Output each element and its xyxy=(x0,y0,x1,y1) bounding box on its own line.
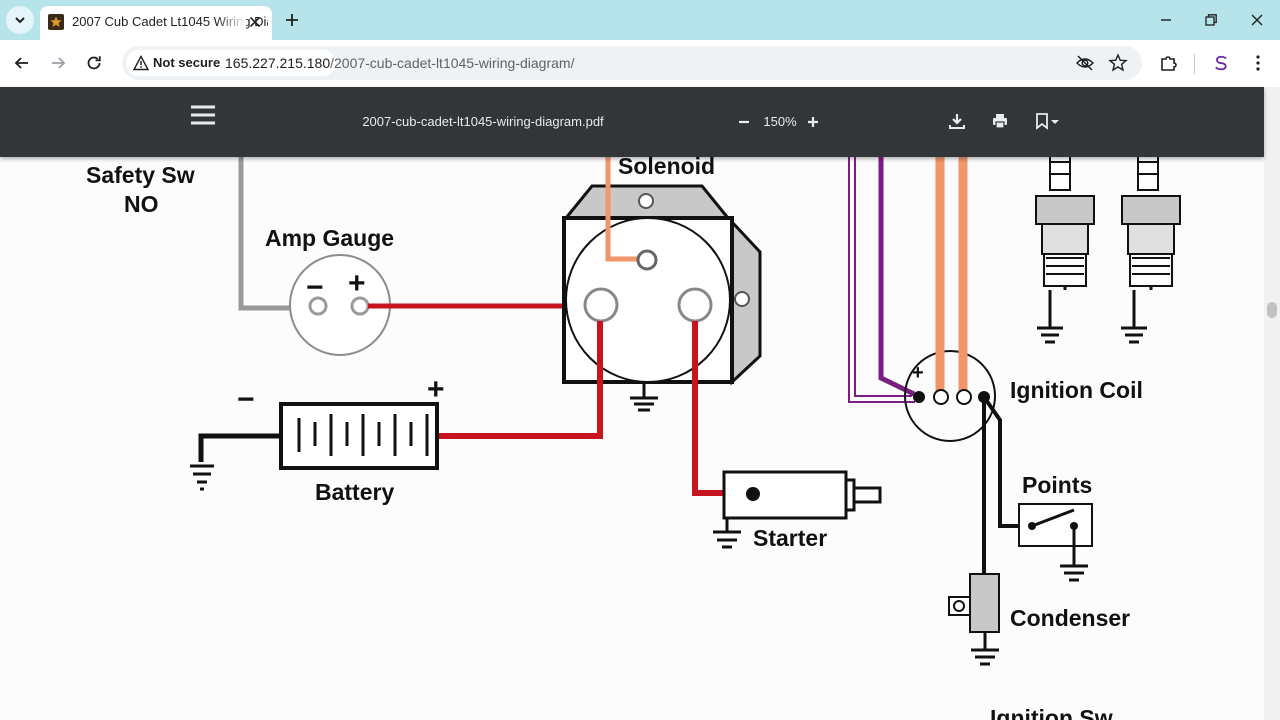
url-path: /2007-cub-cadet-lt1045-wiring-diagram/ xyxy=(330,55,575,71)
coil-plus-sign: + xyxy=(912,362,924,384)
tab-title-fade xyxy=(216,10,246,34)
back-icon[interactable] xyxy=(11,52,33,74)
bookmark-icon[interactable] xyxy=(1034,112,1062,130)
minimize-icon[interactable] xyxy=(1156,10,1176,30)
ignition-coil-label: Ignition Coil xyxy=(1010,377,1143,403)
amp-gauge-label: Amp Gauge xyxy=(265,225,395,251)
tab-search-icon[interactable] xyxy=(6,6,34,34)
toolbar-divider xyxy=(1194,54,1195,74)
zoom-level[interactable]: 150% xyxy=(758,114,802,129)
security-label: Not secure xyxy=(153,55,221,70)
battery-label: Battery xyxy=(315,479,395,505)
plus-icon[interactable] xyxy=(282,10,302,30)
purple-wire-main xyxy=(878,150,916,397)
spark-plug-1 xyxy=(1035,149,1095,344)
window-close-icon[interactable] xyxy=(1247,10,1267,30)
scrollbar-thumb[interactable] xyxy=(1267,302,1277,318)
restore-icon[interactable] xyxy=(1201,10,1221,30)
starter-label: Starter xyxy=(753,525,828,551)
star-icon[interactable] xyxy=(1108,53,1128,73)
condenser-tab xyxy=(948,596,971,616)
url-text[interactable]: 165.227.215.180/2007-cub-cadet-lt1045-wi… xyxy=(225,55,574,71)
pdf-viewer: Safety Sw NO Amp Gauge − + Solenoid − + … xyxy=(0,87,1264,720)
coil-terminal-2 xyxy=(956,389,972,405)
starter-terminal xyxy=(746,487,760,501)
condenser-label: Condenser xyxy=(1010,605,1131,631)
starter-body xyxy=(722,470,848,520)
battery-ground-wire xyxy=(198,433,281,462)
vertical-scrollbar[interactable] xyxy=(1264,87,1280,720)
coil-terminal-plus xyxy=(913,391,925,403)
hamburger-menu-icon[interactable] xyxy=(190,103,216,127)
battery-body xyxy=(279,402,439,470)
condenser-body xyxy=(969,573,1000,633)
points-label: Points xyxy=(1022,472,1093,498)
solenoid-ground xyxy=(630,382,658,412)
zoom-in-icon[interactable] xyxy=(805,114,821,130)
extensions-icon[interactable] xyxy=(1158,52,1180,74)
solenoid-small-terminal xyxy=(636,249,658,271)
url-host: 165.227.215.180 xyxy=(225,55,331,71)
forward-icon[interactable] xyxy=(47,52,69,74)
solenoid-top-terminal xyxy=(638,193,654,209)
solenoid-side-terminal xyxy=(734,291,750,307)
safety-switch-state-label: NO xyxy=(124,191,159,217)
close-icon[interactable] xyxy=(246,13,264,31)
tab-strip: 2007 Cub Cadet Lt1045 Wiring Diagram xyxy=(0,0,1280,40)
amp-gauge-plus-sign: + xyxy=(348,267,366,300)
battery-plus-sign: + xyxy=(427,373,445,406)
download-icon[interactable] xyxy=(948,112,966,130)
spark-plug-2 xyxy=(1121,149,1181,344)
starter-shaft xyxy=(852,486,882,504)
active-tab[interactable]: 2007 Cub Cadet Lt1045 Wiring Diagram xyxy=(40,6,272,40)
solenoid-label: Solenoid xyxy=(618,153,716,179)
pdf-toolbar: 2007-cub-cadet-lt1045-wiring-diagram.pdf… xyxy=(0,87,1264,157)
ignition-switch-label: Ignition Sw xyxy=(990,705,1113,720)
battery-minus-sign: − xyxy=(237,383,255,416)
zoom-out-icon[interactable] xyxy=(736,114,752,130)
battery-ground xyxy=(190,464,214,491)
address-bar[interactable]: Not secure 165.227.215.180/2007-cub-cade… xyxy=(122,46,1142,80)
print-icon[interactable] xyxy=(991,112,1009,130)
reload-icon[interactable] xyxy=(83,52,105,74)
amp-gauge-minus-sign: − xyxy=(306,271,324,304)
condenser-ground xyxy=(971,632,999,666)
pdf-filename: 2007-cub-cadet-lt1045-wiring-diagram.pdf xyxy=(362,114,604,129)
browser-toolbar: Not secure 165.227.215.180/2007-cub-cade… xyxy=(0,40,1280,86)
favicon-icon xyxy=(48,14,64,30)
eye-off-icon[interactable] xyxy=(1075,53,1095,73)
safety-switch-label: Safety Sw xyxy=(86,162,195,188)
solenoid-battery-terminal xyxy=(583,287,619,323)
kebab-menu-icon[interactable] xyxy=(1247,52,1269,74)
coil-terminal-1 xyxy=(933,389,949,405)
profile-icon[interactable] xyxy=(1210,52,1232,74)
warning-icon xyxy=(133,55,149,71)
starter-ground xyxy=(713,518,741,549)
solenoid-starter-terminal xyxy=(677,287,713,323)
